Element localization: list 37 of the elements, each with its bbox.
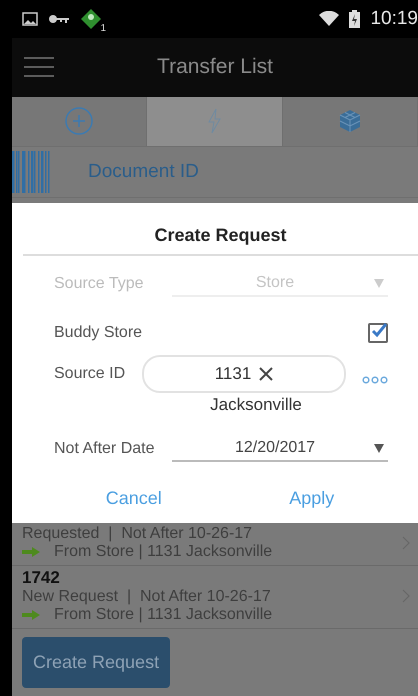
wifi-icon [319,11,340,28]
transfer-source: From Store | 1131 Jacksonville [54,543,272,562]
arrow-icon [22,610,40,620]
key-icon [48,13,70,26]
status-time: 10:19 [370,8,418,30]
clear-icon[interactable] [259,367,274,382]
picture-icon [22,12,38,26]
create-request-button[interactable]: Create Request [22,637,170,688]
transfer-id: 1742 [22,568,61,588]
transfer-summary: New Request | Not After 10-26-17 [22,588,272,606]
toolbar-tab[interactable] [147,96,283,146]
dialog-button[interactable]: Cancel [98,484,170,514]
store-name: Jacksonville [209,395,303,416]
field-label: Buddy Store [54,324,144,342]
lightning-icon [206,108,222,134]
transfer-summary: Requested | Not After 10-26-17 [22,525,254,544]
add-icon [64,106,94,136]
document-id-field[interactable]: Document ID [52,161,418,184]
more-icon[interactable] [362,376,388,384]
transfer-source: From Store | 1131 Jacksonville [54,606,272,624]
dialog-button[interactable]: Apply [281,484,342,514]
field-label: Source ID [54,365,126,384]
toolbar-tab[interactable] [282,96,418,146]
arrow-icon [22,547,40,558]
dialog-title: Create Request [23,203,418,256]
source-id-field[interactable]: 1131 [142,355,346,394]
checkbox[interactable] [368,323,388,344]
caret-icon [374,278,384,288]
app-title: Transfer List [156,55,274,80]
dropdown-field[interactable]: 12/20/2017 [172,435,388,462]
caret-icon [374,444,384,453]
field-label: Not After Date [54,440,156,458]
barcode-icon[interactable] [12,151,52,194]
battery-icon [349,10,360,28]
toolbar-tab[interactable] [12,96,148,146]
field-label: Source Type [54,274,145,293]
menu-icon[interactable] [24,56,54,78]
